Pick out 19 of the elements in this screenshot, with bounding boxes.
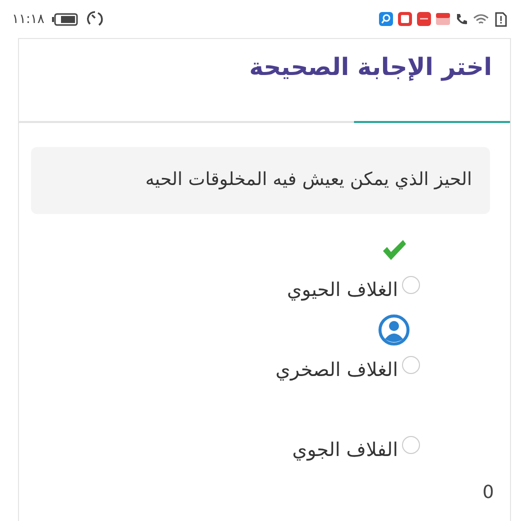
wifi-icon — [473, 12, 490, 26]
radio-button[interactable] — [402, 276, 420, 294]
radio-button[interactable] — [402, 356, 420, 374]
option-label: الغلاف الحيوي — [286, 279, 398, 301]
option-label: الغلاف الصخري — [276, 359, 398, 381]
rotate-icon — [86, 10, 104, 28]
question-text: الحيز الذي يمكن يعيش فيه المخلوقات الحيه — [31, 147, 490, 214]
option-label: الفلاف الجوي — [292, 439, 398, 461]
search-app-icon — [379, 12, 393, 26]
app-icon — [436, 12, 450, 26]
app-icon — [398, 12, 412, 26]
score: 0 — [482, 482, 494, 503]
clock: ١١:١٨ — [12, 12, 44, 26]
phone-icon — [455, 12, 468, 26]
quiz-title: اختر الإجابة الصحيحة — [248, 53, 492, 81]
app-icon — [417, 12, 431, 26]
radio-button[interactable] — [402, 436, 420, 454]
sim-icon — [495, 12, 507, 26]
battery-icon — [52, 12, 78, 26]
